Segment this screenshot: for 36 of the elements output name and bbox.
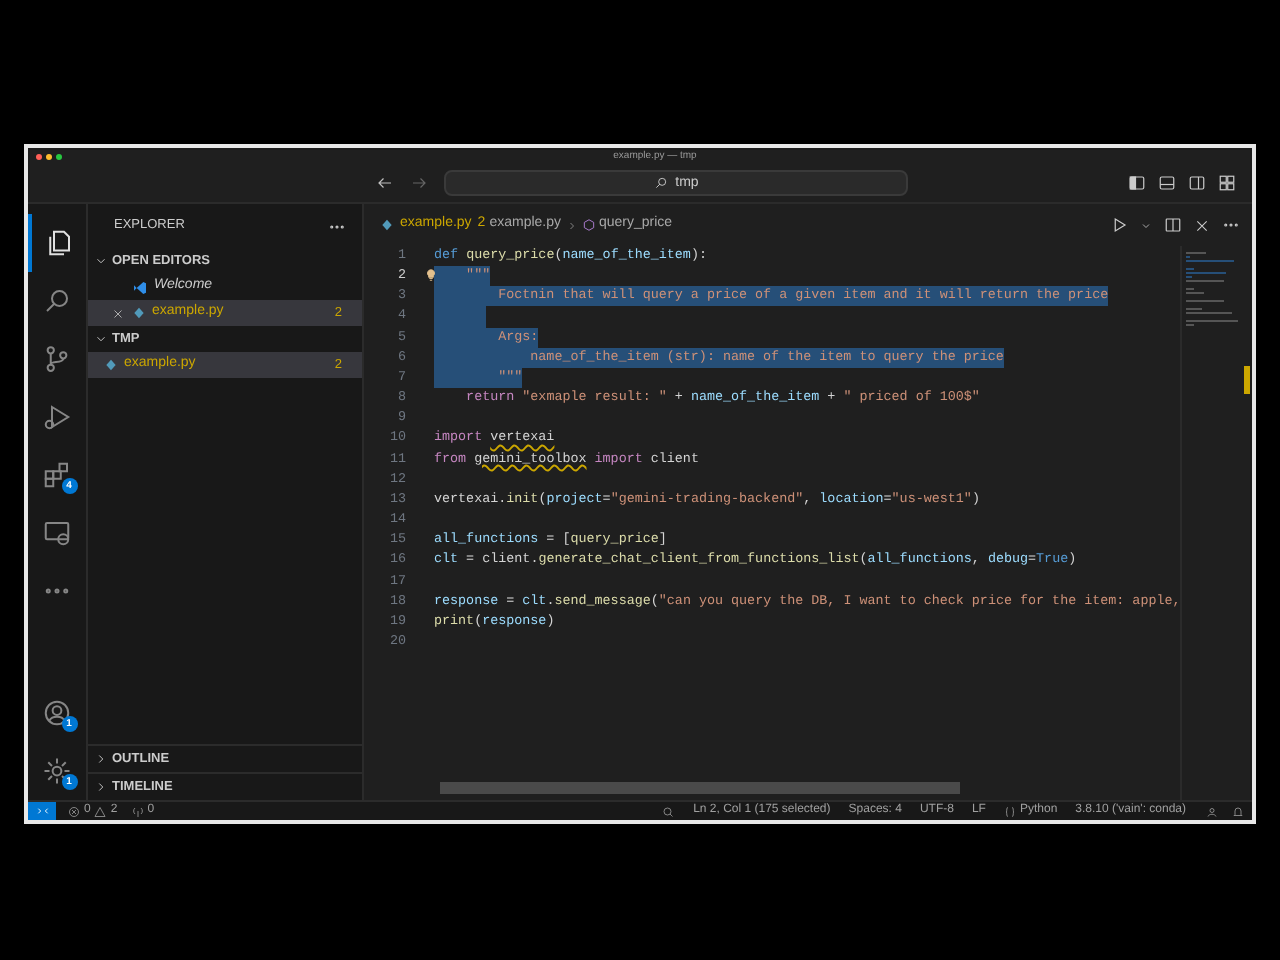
caret-icon[interactable] — [1140, 219, 1152, 231]
toggle-panel-icon[interactable] — [1158, 174, 1176, 192]
antenna-icon — [131, 805, 144, 817]
files-icon[interactable] — [44, 228, 74, 258]
braces-icon — [1003, 805, 1016, 817]
source-control-icon[interactable] — [42, 344, 72, 374]
run-debug-icon[interactable] — [42, 402, 72, 432]
account-icon[interactable] — [1206, 805, 1218, 817]
split-editor-icon[interactable] — [1164, 216, 1182, 234]
close-icon[interactable] — [112, 307, 124, 319]
back-arrow-icon[interactable] — [376, 174, 394, 192]
chevron-right-icon — [565, 219, 577, 231]
account-icon[interactable] — [42, 698, 72, 728]
method-cube-icon — [581, 218, 595, 232]
vscode-logo-icon — [132, 279, 148, 295]
customize-layout-icon[interactable] — [1218, 174, 1236, 192]
remote-explorer-icon[interactable] — [42, 518, 72, 548]
horizontal-scrollbar[interactable] — [440, 782, 960, 794]
forward-arrow-icon[interactable] — [410, 174, 428, 192]
toggle-secondary-sidebar-icon[interactable] — [1188, 174, 1206, 192]
search-icon[interactable] — [42, 286, 72, 316]
zoom-icon[interactable] — [661, 805, 674, 817]
python-file-icon — [132, 306, 146, 320]
remote-icon — [35, 804, 49, 818]
warning-icon — [94, 805, 107, 817]
extensions-icon[interactable] — [42, 460, 72, 490]
python-file-icon — [380, 218, 394, 232]
python-file-icon — [104, 358, 118, 372]
bell-icon[interactable] — [1232, 805, 1244, 817]
search-icon — [653, 176, 668, 190]
close-icon[interactable] — [1194, 217, 1210, 233]
toggle-sidebar-icon[interactable] — [1128, 174, 1146, 192]
scrollbar-marker — [1244, 366, 1250, 394]
error-icon — [68, 805, 80, 817]
run-icon[interactable] — [1110, 216, 1128, 234]
remote-indicator[interactable] — [28, 801, 56, 820]
